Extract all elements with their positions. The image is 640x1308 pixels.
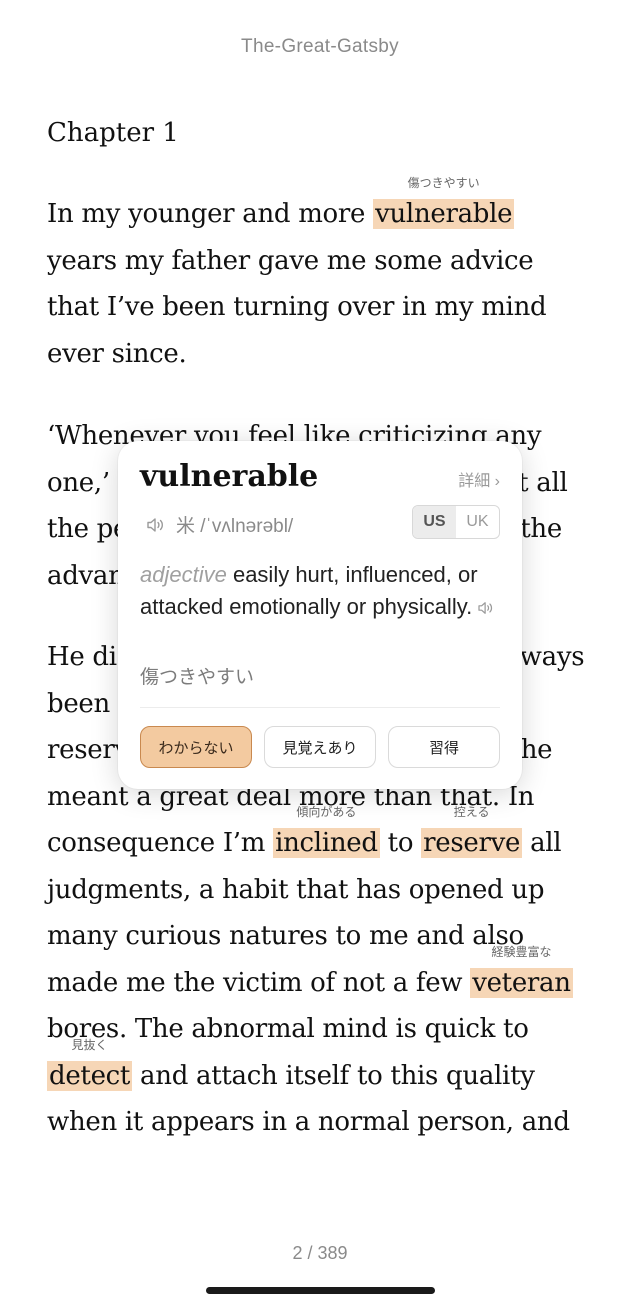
unknown-button[interactable]: わからない: [140, 726, 252, 768]
popup-headword: vulnerable: [140, 459, 319, 494]
paragraph-3-text: bores. The abnormal mind is quick to: [47, 1014, 529, 1044]
divider: [140, 707, 500, 708]
translation: 傷つきやすい: [140, 666, 255, 688]
highlighted-word-label: detect: [49, 1060, 131, 1091]
highlighted-word-veteran[interactable]: 経験豊富な veteran: [470, 945, 573, 998]
part-of-speech: adjective: [140, 562, 227, 587]
paragraph-1-text-before: In my younger and more: [47, 199, 374, 229]
paragraph-3-text: to: [379, 828, 422, 858]
gloss-detect: 見抜く: [71, 1037, 108, 1052]
region-toggle[interactable]: US UK: [412, 505, 500, 539]
chapter-title: Chapter 1: [47, 118, 179, 148]
speaker-icon[interactable]: [476, 601, 496, 615]
gloss-vulnerable: 傷つきやすい: [407, 176, 480, 190]
dictionary-popup: vulnerable 詳細 › 米 /ˈvʌlnərəbl/ US UK adj…: [118, 441, 522, 789]
pronunciation-row: 米 /ˈvʌlnərəbl/: [146, 511, 293, 538]
familiar-button[interactable]: 見覚えあり: [264, 726, 376, 768]
book-title: The-Great-Gatsby: [241, 36, 399, 57]
phonetic-text: 米 /ˈvʌlnərəbl/: [176, 516, 294, 537]
gloss-reserve: 控える: [453, 805, 490, 819]
highlighted-word-detect[interactable]: 見抜く detect: [47, 1038, 133, 1091]
highlighted-word-vulnerable[interactable]: 傷つきやすい vulnerable: [373, 176, 515, 229]
highlighted-word-label: vulnerable: [375, 199, 513, 229]
speaker-icon[interactable]: [146, 517, 166, 533]
mastered-button[interactable]: 習得: [388, 726, 500, 768]
highlighted-word-label: inclined: [275, 828, 378, 858]
details-link[interactable]: 詳細 ›: [458, 467, 500, 491]
region-uk-option[interactable]: UK: [456, 506, 499, 538]
highlighted-word-inclined[interactable]: 傾向がある inclined: [273, 805, 380, 858]
gloss-veteran: 経験豊富な: [491, 944, 552, 959]
page-indicator: 2 / 389: [292, 1243, 348, 1263]
highlighted-word-label: reserve: [423, 828, 521, 858]
region-us-option[interactable]: US: [413, 506, 456, 538]
home-indicator[interactable]: [206, 1287, 435, 1294]
paragraph-1: In my younger and more 傷つきやすい vulnerable …: [47, 176, 592, 377]
highlighted-word-label: veteran: [472, 967, 571, 998]
definition: adjective easily hurt, influenced, or at…: [140, 559, 508, 623]
paragraph-1-text-after: years my father gave me some advice that…: [47, 245, 547, 369]
highlighted-word-reserve[interactable]: 控える reserve: [421, 805, 523, 858]
gloss-inclined: 傾向がある: [296, 805, 357, 819]
